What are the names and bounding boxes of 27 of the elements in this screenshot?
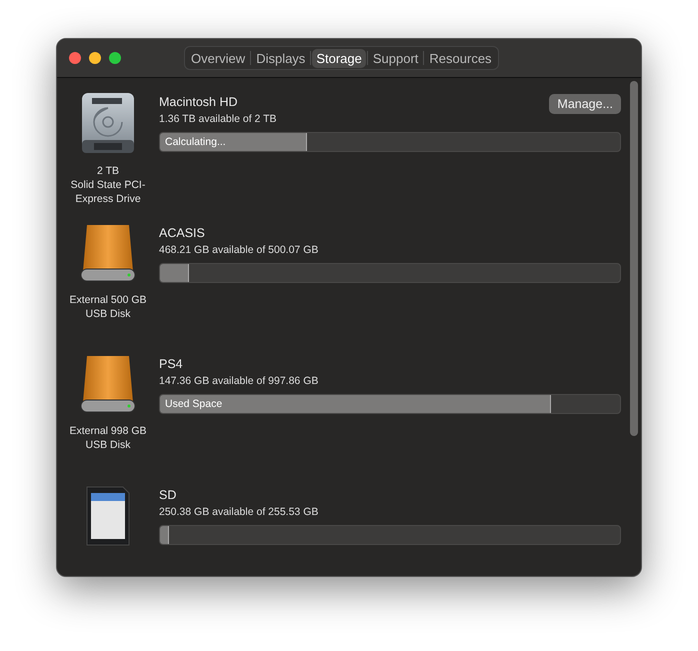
drive-description: External 500 GB USB Disk: [69, 293, 147, 321]
external-drive-icon: [79, 354, 137, 414]
hard-drive-icon: [80, 92, 136, 154]
drive-capacity: 147.36 GB available of 997.86 GB: [159, 374, 318, 388]
bar-label: Used Space: [165, 398, 222, 410]
drive-name: PS4: [159, 356, 184, 372]
drive-description: External 998 GB USB Disk: [69, 424, 147, 452]
bar-label: Calculating...: [165, 136, 226, 148]
external-drive-icon: [79, 223, 137, 283]
sd-card-icon: [85, 485, 131, 547]
tab[interactable]: Displays: [252, 48, 310, 68]
tab[interactable]: Resources: [425, 48, 496, 68]
drive-name: Macintosh HD: [159, 94, 238, 110]
zoom-button[interactable]: [109, 52, 121, 64]
manage-button[interactable]: Manage...: [549, 94, 621, 114]
scroll-thumb[interactable]: [630, 81, 638, 436]
minimize-button[interactable]: [89, 52, 101, 64]
tab[interactable]: Overview: [187, 48, 250, 68]
drive-capacity: 1.36 TB available of 2 TB: [159, 112, 277, 126]
tab[interactable]: Storage: [312, 48, 366, 68]
drive-capacity: 250.38 GB available of 255.53 GB: [159, 505, 318, 519]
drive-capacity: 468.21 GB available of 500.07 GB: [159, 243, 318, 257]
drive-description: 2 TB Solid State PCI- Express Drive: [70, 164, 146, 206]
drive-name: ACASIS: [159, 225, 206, 241]
drive-name: SD: [159, 487, 178, 503]
close-button[interactable]: [69, 52, 81, 64]
tab[interactable]: Support: [368, 48, 422, 68]
